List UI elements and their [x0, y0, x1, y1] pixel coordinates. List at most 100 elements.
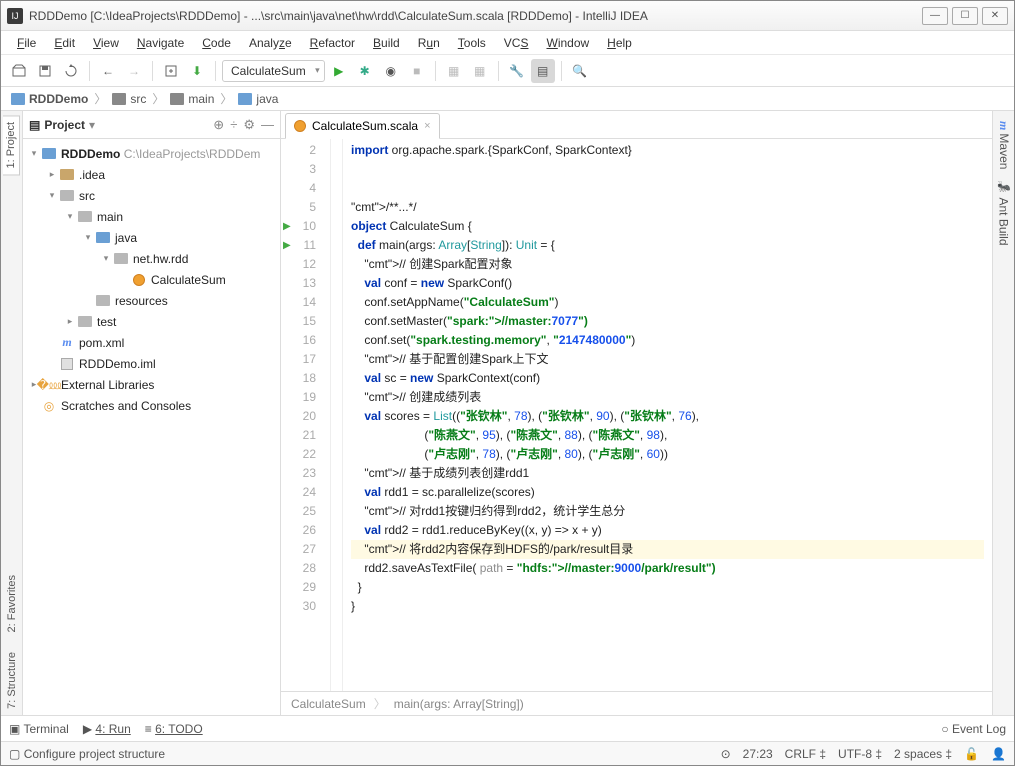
tree-file[interactable]: CalculateSum [151, 273, 226, 287]
structure-icon[interactable]: ▤ [531, 59, 555, 83]
bc-src[interactable]: src [108, 92, 150, 106]
caret-position[interactable]: 27:23 [743, 747, 773, 761]
collapse-icon[interactable]: ÷ [230, 117, 237, 132]
back-icon[interactable]: ← [96, 59, 120, 83]
goto-icon[interactable]: ⊙ [721, 747, 731, 761]
profile-icon1[interactable]: ▦ [442, 59, 466, 83]
tab-favorites[interactable]: 2: Favorites [4, 569, 20, 638]
run-gutter-icon[interactable]: ▶ [283, 236, 291, 255]
tab-maven[interactable]: m Maven [994, 115, 1013, 175]
toolbar: ← → ⬇ CalculateSum ▶ ✱ ◉ ■ ▦ ▦ 🔧 ▤ 🔍 [1, 55, 1014, 87]
tab-label: CalculateSum.scala [312, 119, 418, 133]
tab-structure[interactable]: 7: Structure [4, 646, 20, 715]
forward-icon[interactable]: → [122, 59, 146, 83]
tree-ext[interactable]: External Libraries [61, 378, 154, 392]
tree-src[interactable]: src [79, 189, 95, 203]
select-icon[interactable] [159, 59, 183, 83]
tree-pkg[interactable]: net.hw.rdd [133, 252, 188, 266]
profile-icon2[interactable]: ▦ [468, 59, 492, 83]
menu-edit[interactable]: Edit [46, 34, 83, 52]
code-text[interactable]: import org.apache.spark.{SparkConf, Spar… [343, 139, 992, 691]
project-panel: ▤Project ▾ ⊕ ÷ ⚙ — ▾RDDDemo C:\IdeaProje… [23, 111, 281, 715]
tree-resources[interactable]: resources [115, 294, 168, 308]
tree-pom[interactable]: pom.xml [79, 336, 124, 350]
menu-vcs[interactable]: VCS [496, 34, 537, 52]
run-icon[interactable]: ▶ [327, 59, 351, 83]
bc-java[interactable]: java [234, 92, 282, 106]
main-body: 1: Project 2: Favorites 7: Structure ▤ Pr… [1, 111, 1014, 715]
menu-file[interactable]: File [9, 34, 44, 52]
menu-refactor[interactable]: Refactor [302, 34, 363, 52]
run-config-selector[interactable]: CalculateSum [222, 60, 325, 82]
line-ending[interactable]: CRLF ‡ [785, 747, 826, 761]
code-area[interactable]: 2 3 4 5 ▶10 ▶11 12 13 14 15 16 17 18 19 … [281, 139, 992, 691]
tree-idea[interactable]: .idea [79, 168, 105, 182]
event-log[interactable]: ○ Event Log [941, 722, 1006, 736]
nav-breadcrumb: RDDDemo 〉 src 〉 main 〉 java [1, 87, 1014, 111]
search-icon[interactable]: 🔍 [568, 59, 592, 83]
tree-test[interactable]: test [97, 315, 116, 329]
bottom-tool-bar: ▣ Terminal ▶ 4: Run ≡ 6: TODO ○ Event Lo… [1, 715, 1014, 741]
close-button[interactable]: ✕ [982, 7, 1008, 25]
run-tab[interactable]: ▶ 4: Run [83, 722, 131, 736]
menu-analyze[interactable]: Analyze [241, 34, 300, 52]
menu-run[interactable]: Run [410, 34, 448, 52]
tree-scratch[interactable]: Scratches and Consoles [61, 399, 191, 413]
bc-main[interactable]: main [166, 92, 218, 106]
encoding[interactable]: UTF-8 ‡ [838, 747, 882, 761]
menu-window[interactable]: Window [538, 34, 597, 52]
debug-icon[interactable]: ✱ [353, 59, 377, 83]
crumb-method[interactable]: main(args: Array[String]) [394, 697, 524, 711]
indent[interactable]: 2 spaces ‡ [894, 747, 952, 761]
crumb-class[interactable]: CalculateSum [291, 697, 366, 711]
menu-bar: File Edit View Navigate Code Analyze Ref… [1, 31, 1014, 55]
hide-icon[interactable]: — [261, 117, 274, 132]
tree-root[interactable]: RDDDemo [61, 147, 120, 161]
status-icon[interactable]: ▢ [9, 747, 20, 761]
terminal-tab[interactable]: ▣ Terminal [9, 722, 69, 736]
menu-build[interactable]: Build [365, 34, 408, 52]
folder-icon: ▤ [29, 118, 40, 132]
menu-navigate[interactable]: Navigate [129, 34, 192, 52]
maximize-button[interactable]: ☐ [952, 7, 978, 25]
inspect-icon[interactable]: 👤 [991, 747, 1006, 761]
settings-icon[interactable]: 🔧 [505, 59, 529, 83]
status-bar: ▢ Configure project structure ⊙ 27:23 CR… [1, 741, 1014, 765]
tree-main[interactable]: main [97, 210, 123, 224]
todo-tab[interactable]: ≡ 6: TODO [145, 722, 203, 736]
line-gutter[interactable]: 2 3 4 5 ▶10 ▶11 12 13 14 15 16 17 18 19 … [281, 139, 331, 691]
editor-tabs: CalculateSum.scala × [281, 111, 992, 139]
menu-view[interactable]: View [85, 34, 127, 52]
run-config-label: CalculateSum [231, 64, 306, 78]
close-tab-icon[interactable]: × [424, 120, 430, 132]
file-tab[interactable]: CalculateSum.scala × [285, 113, 440, 139]
minimize-button[interactable]: — [922, 7, 948, 25]
tree-iml[interactable]: RDDDemo.iml [79, 357, 156, 371]
target-icon[interactable]: ⊕ [213, 117, 224, 133]
menu-tools[interactable]: Tools [450, 34, 494, 52]
project-panel-title: Project [44, 118, 85, 132]
gear-icon[interactable]: ⚙ [243, 117, 255, 133]
tree-java[interactable]: java [115, 231, 137, 245]
window-title: RDDDemo [C:\IdeaProjects\RDDDemo] - ...\… [29, 9, 922, 23]
editor-area: CalculateSum.scala × 2 3 4 5 ▶10 ▶11 12 … [281, 111, 992, 715]
tab-ant[interactable]: 🐜 Ant Build [995, 175, 1013, 252]
project-tree[interactable]: ▾RDDDemo C:\IdeaProjects\RDDDem ▸.idea ▾… [23, 139, 280, 715]
scala-file-icon [294, 120, 306, 132]
menu-code[interactable]: Code [194, 34, 239, 52]
menu-help[interactable]: Help [599, 34, 640, 52]
run-gutter-icon[interactable]: ▶ [283, 217, 291, 236]
bc-root[interactable]: RDDDemo [7, 92, 92, 106]
build-icon[interactable]: ⬇ [185, 59, 209, 83]
tab-project[interactable]: 1: Project [3, 115, 20, 175]
fold-column[interactable] [331, 139, 343, 691]
lock-icon[interactable]: 🔓 [964, 747, 979, 761]
status-message: Configure project structure [24, 747, 165, 761]
save-icon[interactable] [33, 59, 57, 83]
project-panel-header: ▤Project ▾ ⊕ ÷ ⚙ — [23, 111, 280, 139]
left-tool-strip: 1: Project 2: Favorites 7: Structure [1, 111, 23, 715]
open-icon[interactable] [7, 59, 31, 83]
refresh-icon[interactable] [59, 59, 83, 83]
coverage-icon[interactable]: ◉ [379, 59, 403, 83]
stop-icon[interactable]: ■ [405, 59, 429, 83]
